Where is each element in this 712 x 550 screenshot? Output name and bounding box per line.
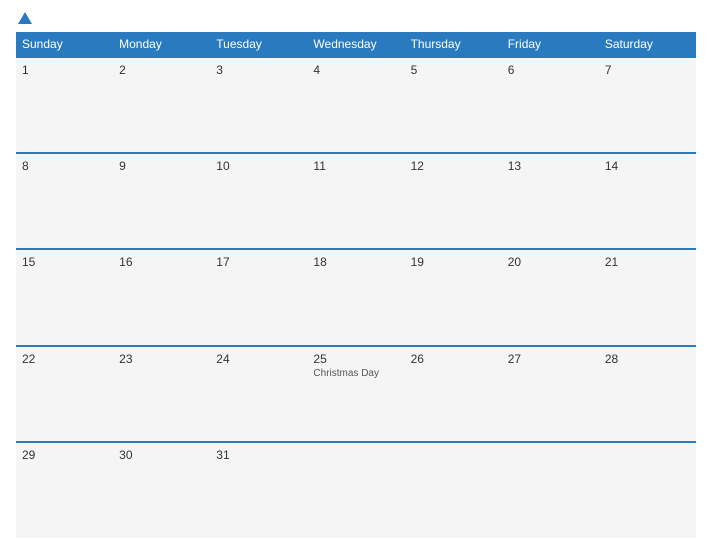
header [16,12,696,24]
list-item [405,442,502,538]
col-friday: Friday [502,32,599,57]
day-number: 13 [508,159,593,173]
list-item: 3 [210,57,307,153]
list-item: 26 [405,346,502,442]
list-item: 11 [307,153,404,249]
list-item: 10 [210,153,307,249]
day-number: 15 [22,255,107,269]
list-item: 2 [113,57,210,153]
list-item: 16 [113,249,210,345]
day-number: 11 [313,159,398,173]
holiday-label: Christmas Day [313,368,398,379]
col-monday: Monday [113,32,210,57]
list-item: 14 [599,153,696,249]
list-item: 7 [599,57,696,153]
calendar-body: 1 2 3 4 5 6 7 8 9 10 11 12 13 14 15 16 [16,57,696,538]
day-number: 7 [605,63,690,77]
day-number: 21 [605,255,690,269]
table-row: 8 9 10 11 12 13 14 [16,153,696,249]
day-number: 19 [411,255,496,269]
calendar-header: Sunday Monday Tuesday Wednesday Thursday… [16,32,696,57]
list-item: 1 [16,57,113,153]
col-thursday: Thursday [405,32,502,57]
day-number: 10 [216,159,301,173]
col-wednesday: Wednesday [307,32,404,57]
day-number: 2 [119,63,204,77]
day-number: 29 [22,448,107,462]
list-item: 24 [210,346,307,442]
list-item: 17 [210,249,307,345]
day-number: 22 [22,352,107,366]
list-item: 21 [599,249,696,345]
calendar-page: Sunday Monday Tuesday Wednesday Thursday… [0,0,712,550]
list-item: 27 [502,346,599,442]
table-row: 29 30 31 [16,442,696,538]
list-item: 15 [16,249,113,345]
days-of-week-row: Sunday Monday Tuesday Wednesday Thursday… [16,32,696,57]
table-row: 22 23 24 25 Christmas Day 26 27 28 [16,346,696,442]
day-number: 14 [605,159,690,173]
list-item: 5 [405,57,502,153]
list-item [502,442,599,538]
calendar-table: Sunday Monday Tuesday Wednesday Thursday… [16,32,696,538]
logo [16,12,32,24]
list-item: 6 [502,57,599,153]
table-row: 1 2 3 4 5 6 7 [16,57,696,153]
list-item: 12 [405,153,502,249]
day-number: 17 [216,255,301,269]
col-saturday: Saturday [599,32,696,57]
list-item: 8 [16,153,113,249]
col-sunday: Sunday [16,32,113,57]
day-number: 16 [119,255,204,269]
list-item: 20 [502,249,599,345]
logo-blue-text [16,12,32,24]
list-item: 31 [210,442,307,538]
day-number: 5 [411,63,496,77]
day-number: 1 [22,63,107,77]
list-item: 22 [16,346,113,442]
day-number: 6 [508,63,593,77]
day-number: 4 [313,63,398,77]
list-item: 19 [405,249,502,345]
day-number: 24 [216,352,301,366]
day-number: 3 [216,63,301,77]
day-number: 25 [313,352,398,366]
list-item [307,442,404,538]
col-tuesday: Tuesday [210,32,307,57]
day-number: 27 [508,352,593,366]
list-item: 4 [307,57,404,153]
logo-triangle-icon [18,12,32,24]
day-number: 9 [119,159,204,173]
list-item [599,442,696,538]
day-number: 20 [508,255,593,269]
list-item: 9 [113,153,210,249]
list-item: 23 [113,346,210,442]
day-number: 26 [411,352,496,366]
day-number: 23 [119,352,204,366]
day-number: 8 [22,159,107,173]
list-item: 29 [16,442,113,538]
day-number: 12 [411,159,496,173]
list-item: 25 Christmas Day [307,346,404,442]
list-item: 28 [599,346,696,442]
table-row: 15 16 17 18 19 20 21 [16,249,696,345]
list-item: 30 [113,442,210,538]
day-number: 30 [119,448,204,462]
list-item: 18 [307,249,404,345]
list-item: 13 [502,153,599,249]
day-number: 31 [216,448,301,462]
day-number: 28 [605,352,690,366]
day-number: 18 [313,255,398,269]
